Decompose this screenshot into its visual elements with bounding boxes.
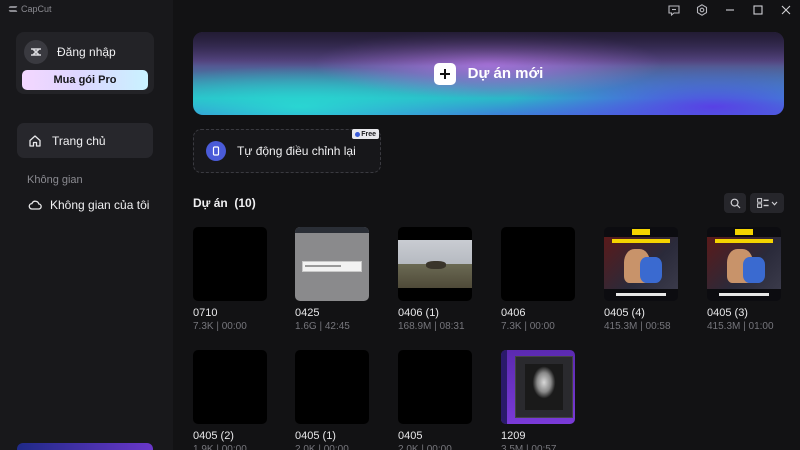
project-name: 0406 (1) [398, 307, 439, 319]
sidebar-item-my-space[interactable]: Không gian của tôi [28, 198, 149, 212]
home-icon [29, 134, 41, 147]
feedback-icon [668, 4, 680, 16]
auto-reframe-button[interactable]: Tự động điều chỉnh lại Free [193, 129, 381, 173]
search-icon [730, 198, 740, 208]
project-thumbnail[interactable] [604, 227, 678, 301]
project-thumbnail[interactable] [398, 350, 472, 424]
project-card[interactable]: 0405 (3) 415.3M | 01:00 [707, 227, 781, 332]
new-project-banner[interactable]: Dự án mới [193, 32, 784, 115]
reframe-icon [206, 141, 226, 161]
sidebar-item-home[interactable]: Trang chủ [17, 123, 153, 158]
minimize-icon [726, 9, 734, 11]
project-meta: 3.5M | 00:57 [501, 444, 557, 450]
project-meta: 1.9K | 00:00 [193, 444, 247, 450]
settings-button[interactable] [688, 0, 716, 20]
project-card[interactable]: 0406 (1) 168.9M | 08:31 [398, 227, 472, 332]
free-badge: Free [352, 129, 379, 139]
project-card[interactable]: 0405 (1) 2.0K | 00:00 [295, 350, 369, 450]
project-meta: 2.0K | 00:00 [398, 444, 452, 450]
app-logo-text: CapCut [21, 4, 52, 14]
projects-title: Dự án (10) [193, 196, 256, 210]
project-name: 0406 [501, 307, 526, 319]
project-card[interactable]: 0405 (2) 1.9K | 00:00 [193, 350, 267, 450]
project-thumbnail[interactable] [398, 227, 472, 301]
project-card[interactable]: 0710 7.3K | 00:00 [193, 227, 267, 332]
project-meta: 7.3K | 00:00 [501, 321, 555, 332]
capcut-avatar-icon [31, 48, 41, 56]
account-card: Đăng nhập Mua gói Pro [16, 32, 154, 94]
new-project-label: Dự án mới [467, 65, 544, 82]
close-button[interactable] [772, 0, 800, 20]
project-name: 0405 (2) [193, 430, 234, 442]
cloud-icon [28, 200, 42, 210]
free-badge-label: Free [361, 130, 376, 138]
project-meta: 415.3M | 01:00 [707, 321, 774, 332]
project-thumbnail[interactable] [501, 350, 575, 424]
sidebar: CapCut Đăng nhập Mua gói Pro Trang chủ K… [0, 0, 173, 450]
projects-count: (10) [234, 196, 256, 210]
window-controls [660, 0, 800, 20]
project-card[interactable]: 0405 (4) 415.3M | 00:58 [604, 227, 678, 332]
sidebar-item-home-label: Trang chủ [52, 133, 106, 148]
project-thumbnail[interactable] [295, 350, 369, 424]
gear-icon [696, 4, 708, 16]
project-name: 0425 [295, 307, 320, 319]
search-button[interactable] [724, 193, 746, 213]
maximize-button[interactable] [744, 0, 772, 20]
capcut-logo-icon [8, 5, 18, 13]
grid-view-icon [756, 198, 769, 208]
project-meta: 2.0K | 00:00 [295, 444, 349, 450]
project-meta: 1.6G | 42:45 [295, 321, 350, 332]
project-meta: 168.9M | 08:31 [398, 321, 465, 332]
project-meta: 415.3M | 00:58 [604, 321, 671, 332]
auto-reframe-label: Tự động điều chỉnh lại [237, 144, 356, 158]
project-meta: 7.3K | 00:00 [193, 321, 247, 332]
free-badge-icon [355, 131, 361, 137]
project-thumbnail[interactable] [193, 350, 267, 424]
view-toggle-button[interactable] [750, 193, 784, 213]
project-card[interactable]: 0405 2.0K | 00:00 [398, 350, 472, 450]
project-thumbnail[interactable] [707, 227, 781, 301]
project-thumbnail[interactable] [193, 227, 267, 301]
project-name: 0405 (3) [707, 307, 748, 319]
project-name: 0405 (1) [295, 430, 336, 442]
avatar[interactable] [24, 40, 48, 64]
project-name: 1209 [501, 430, 526, 442]
minimize-button[interactable] [716, 0, 744, 20]
space-section-label: Không gian [27, 174, 83, 186]
login-link[interactable]: Đăng nhập [57, 45, 116, 59]
close-icon [781, 5, 791, 15]
projects-title-label: Dự án [193, 196, 228, 210]
chevron-down-icon [771, 201, 777, 206]
feedback-button[interactable] [660, 0, 688, 20]
plus-icon [433, 62, 456, 85]
project-card[interactable]: 0425 1.6G | 42:45 [295, 227, 369, 332]
project-thumbnail[interactable] [295, 227, 369, 301]
project-name: 0405 (4) [604, 307, 645, 319]
sidebar-item-my-space-label: Không gian của tôi [50, 198, 150, 212]
sidebar-promo-banner[interactable] [17, 443, 153, 450]
project-card[interactable]: 1209 3.5M | 00:57 [501, 350, 575, 450]
project-name: 0405 [398, 430, 423, 442]
project-name: 0710 [193, 307, 218, 319]
project-thumbnail[interactable] [501, 227, 575, 301]
maximize-icon [753, 5, 763, 15]
buy-pro-button[interactable]: Mua gói Pro [22, 70, 148, 90]
app-logo: CapCut [8, 4, 52, 14]
project-card[interactable]: 0406 7.3K | 00:00 [501, 227, 575, 332]
